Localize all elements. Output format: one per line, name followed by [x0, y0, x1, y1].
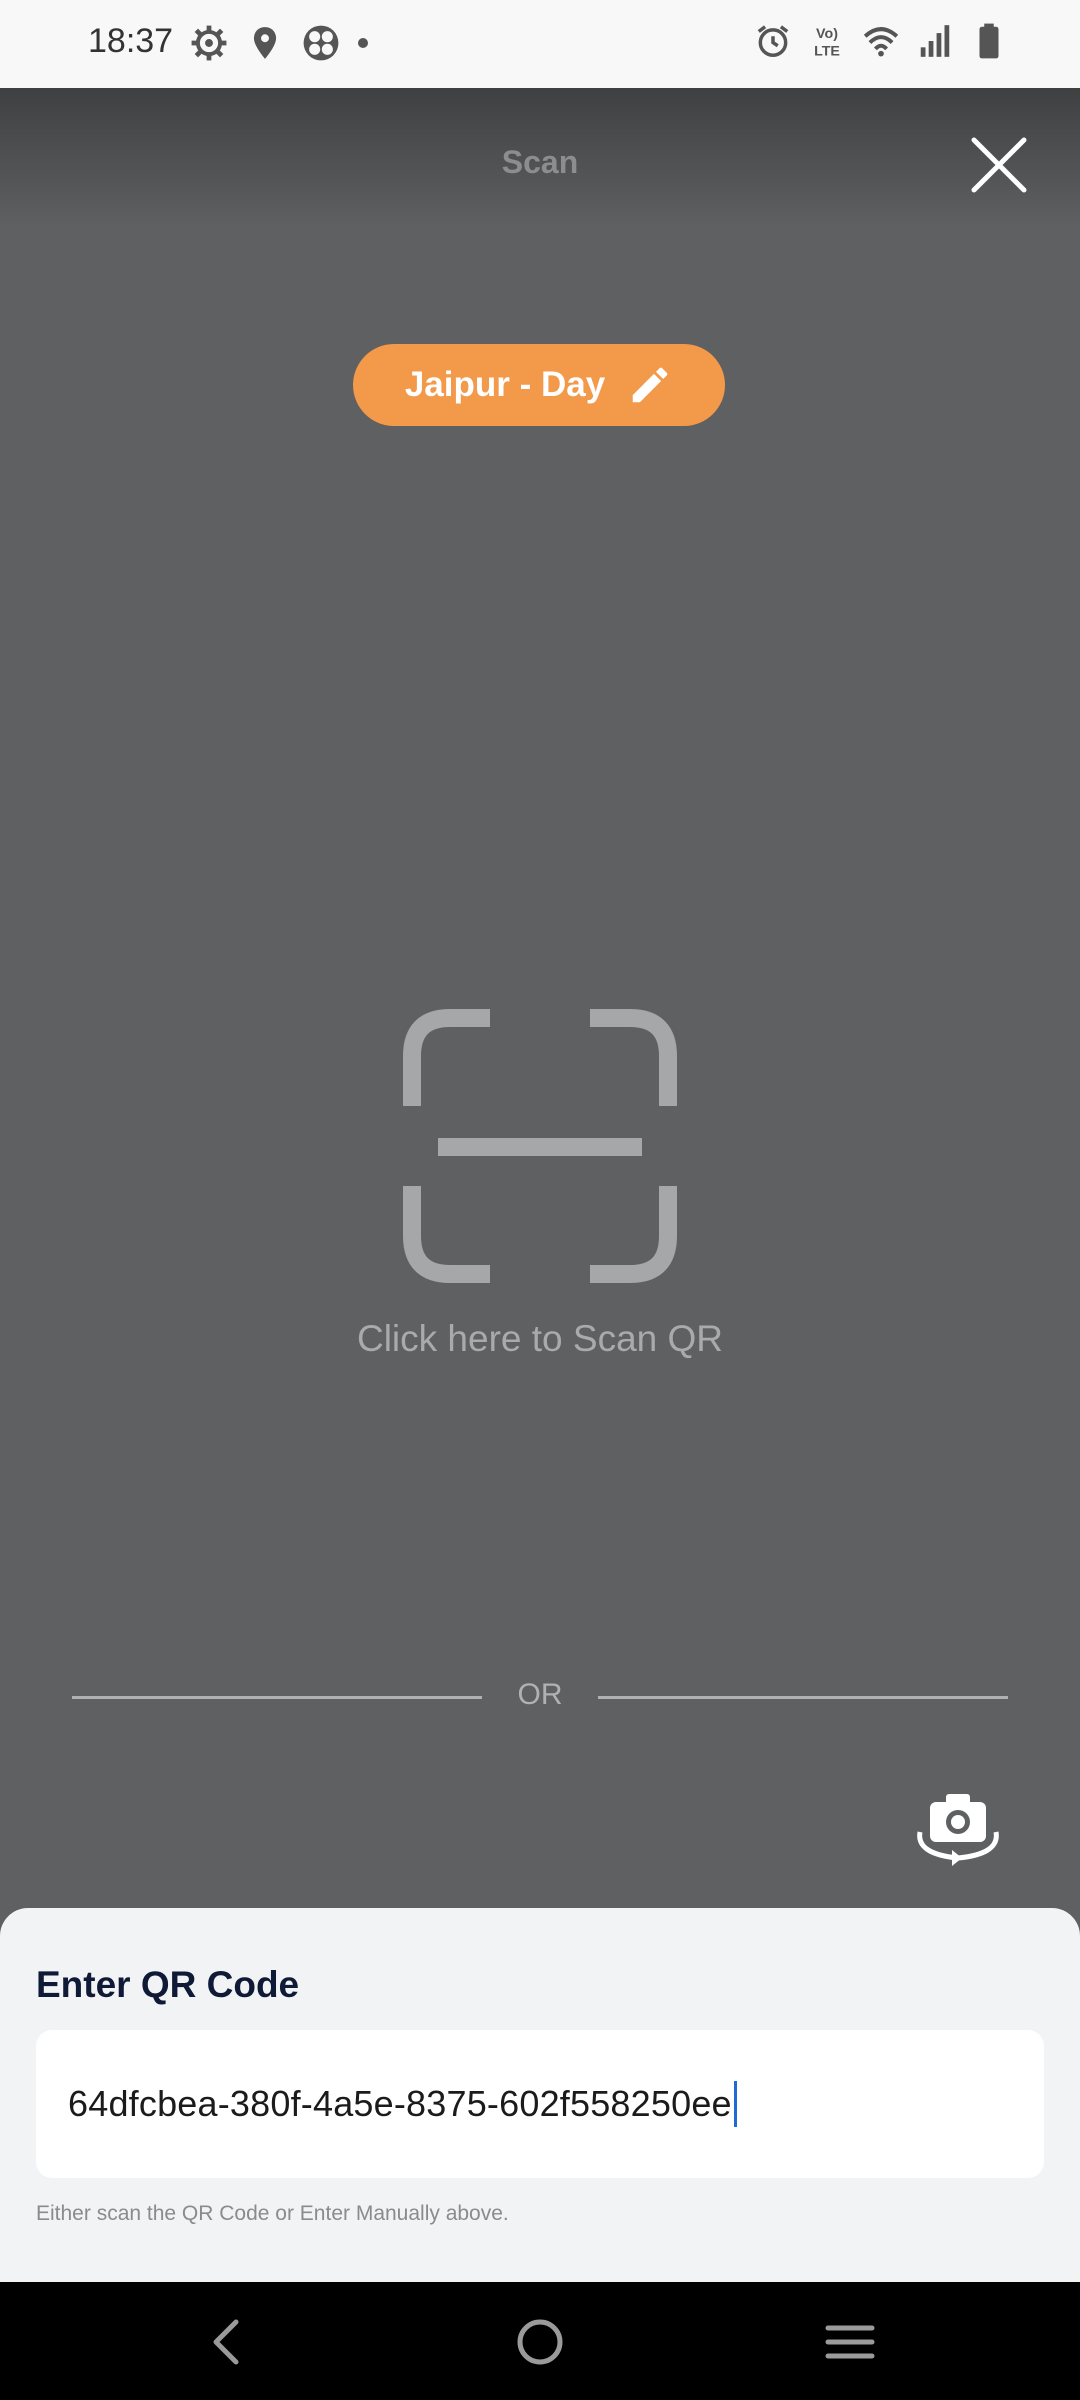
settings-gear-icon [191, 25, 227, 61]
navigation-bar [0, 2282, 1080, 2400]
qr-code-input-value: 64dfcbea-380f-4a5e-8375-602f558250ee [68, 2083, 732, 2124]
status-bar: 18:37 Vo) LTE [0, 0, 1080, 88]
scanner-area: Scan Jaipur - Day Click here to Scan QR … [0, 88, 1080, 1908]
wifi-icon [863, 27, 899, 57]
svg-text:LTE: LTE [814, 43, 840, 59]
qr-scan-frame-icon[interactable] [400, 1006, 680, 1286]
signal-icon [920, 25, 950, 57]
svg-text:Vo): Vo) [816, 26, 838, 42]
status-time: 18:37 [88, 22, 174, 60]
manual-entry-sheet: Enter QR Code 64dfcbea-380f-4a5e-8375-60… [0, 1908, 1080, 2282]
divider-line-right [598, 1696, 1008, 1699]
location-drop-icon [253, 27, 277, 59]
close-icon[interactable] [966, 132, 1032, 198]
location-selector-button[interactable]: Jaipur - Day [353, 344, 725, 426]
back-icon[interactable] [198, 2312, 258, 2372]
home-icon[interactable] [510, 2312, 570, 2372]
status-right-icons: Vo) LTE [754, 22, 1008, 60]
alarm-icon [757, 25, 789, 57]
helper-text: Either scan the QR Code or Enter Manuall… [36, 2202, 509, 2225]
or-text: OR [517, 1678, 563, 1711]
location-label: Jaipur - Day [404, 365, 606, 404]
pencil-icon [632, 367, 668, 403]
volte-icon: Vo) LTE [814, 26, 840, 59]
fan-icon [303, 25, 339, 61]
recents-icon[interactable] [820, 2312, 880, 2372]
notification-dot-icon [358, 38, 368, 48]
page-title: Scan [501, 144, 579, 180]
qr-code-input[interactable]: 64dfcbea-380f-4a5e-8375-602f558250ee [36, 2030, 1044, 2178]
status-left-icons [190, 24, 368, 62]
battery-icon [979, 23, 999, 59]
or-divider: OR [72, 1678, 1008, 1718]
camera-switch-icon[interactable] [910, 1788, 1006, 1868]
text-caret [733, 2081, 737, 2127]
scan-qr-link[interactable]: Click here to Scan QR [0, 1318, 1080, 1360]
sheet-title: Enter QR Code [36, 1964, 300, 2005]
